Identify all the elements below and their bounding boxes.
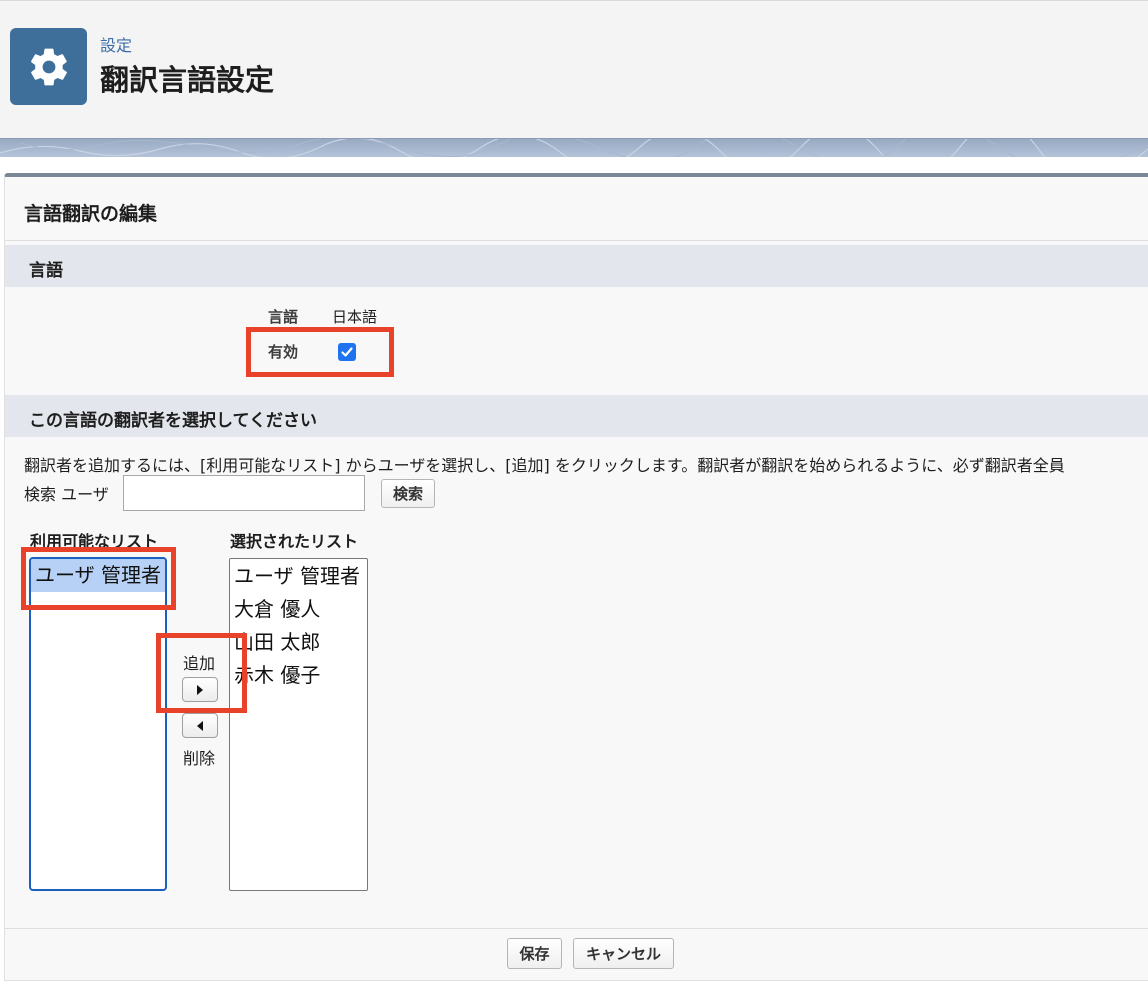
language-value: 日本語 xyxy=(332,308,378,326)
list-item[interactable]: 大倉 優人 xyxy=(230,593,367,626)
cancel-button[interactable]: キャンセル xyxy=(573,938,674,969)
remove-label: 削除 xyxy=(183,749,216,768)
list-item[interactable]: 赤木 優子 xyxy=(230,659,367,692)
page-title: 翻訳言語設定 xyxy=(100,63,275,97)
remove-button[interactable] xyxy=(182,713,218,738)
instruction-text: 翻訳者を追加するには、[利用可能なリスト] からユーザを選択し、[追加] をクリ… xyxy=(24,456,1065,475)
list-item[interactable]: 山田 太郎 xyxy=(230,626,367,659)
selected-list-title: 選択されたリスト xyxy=(230,532,359,551)
highlight-box-add-button xyxy=(156,633,247,713)
highlight-box-available-item xyxy=(21,547,176,610)
translator-section-header: この言語の翻訳者を選択してください xyxy=(5,395,1148,437)
triangle-left-icon xyxy=(197,720,203,731)
band-pattern xyxy=(0,139,1148,157)
search-input[interactable] xyxy=(123,475,365,511)
language-label: 言語 xyxy=(268,308,299,326)
search-label: 検索 ユーザ xyxy=(24,485,109,504)
breadcrumb[interactable]: 設定 xyxy=(100,32,132,56)
selected-listbox[interactable]: ユーザ 管理者 大倉 優人 山田 太郎 赤木 優子 xyxy=(229,558,368,891)
page-header: 設定 翻訳言語設定 xyxy=(0,0,1148,139)
highlight-box-active xyxy=(246,327,394,377)
gear-icon xyxy=(10,28,87,105)
translator-section-title: この言語の翻訳者を選択してください xyxy=(29,411,317,431)
divider xyxy=(5,240,1148,241)
decorative-band xyxy=(0,138,1148,157)
save-button[interactable]: 保存 xyxy=(507,938,562,969)
edit-panel: 言語翻訳の編集 言語 言語 日本語 有効 この言語の翻訳者を選択してください 翻… xyxy=(4,173,1148,981)
search-button[interactable]: 検索 xyxy=(381,479,435,508)
language-section-header: 言語 xyxy=(5,245,1148,287)
language-section-title: 言語 xyxy=(29,261,63,281)
list-item[interactable]: ユーザ 管理者 xyxy=(230,560,367,593)
footer-divider xyxy=(5,928,1148,929)
panel-title: 言語翻訳の編集 xyxy=(24,203,158,225)
